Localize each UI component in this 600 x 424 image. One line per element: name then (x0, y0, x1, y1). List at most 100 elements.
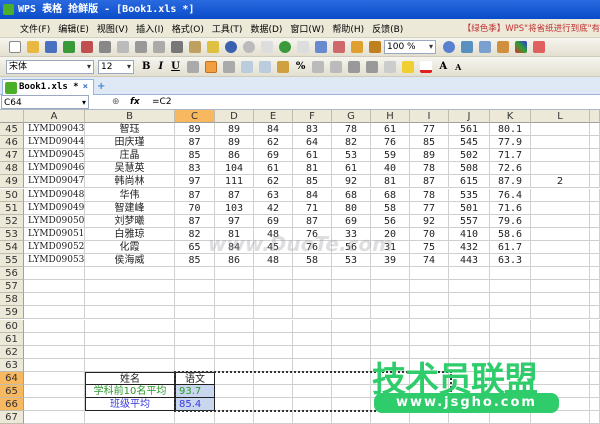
row-header-53[interactable]: 53 (0, 227, 24, 241)
cell-E62[interactable] (254, 345, 293, 359)
row-header-61[interactable]: 61 (0, 332, 24, 346)
hyperlink-icon[interactable] (279, 41, 291, 53)
cell-F56[interactable] (293, 267, 332, 281)
cell-J53[interactable]: 410 (449, 227, 490, 241)
underline-button[interactable]: U (171, 61, 180, 72)
cell-M63[interactable] (590, 358, 600, 372)
percent-button[interactable]: % (296, 61, 306, 72)
cell-K57[interactable] (490, 280, 531, 294)
cell-F45[interactable]: 83 (293, 123, 332, 137)
cell-A55[interactable]: LYMD09053 (24, 254, 85, 268)
format-painter-icon[interactable] (207, 41, 219, 53)
cell-C59[interactable] (175, 306, 215, 320)
cell-M61[interactable] (590, 332, 600, 346)
cell-F48[interactable]: 81 (293, 162, 332, 176)
cell-I52[interactable]: 92 (410, 214, 449, 228)
copy-icon[interactable] (153, 41, 165, 53)
tools-icon[interactable] (533, 41, 545, 53)
cell-B62[interactable] (85, 345, 175, 359)
cell-B53[interactable]: 白雅琼 (85, 227, 175, 241)
cell-G49[interactable]: 92 (332, 175, 371, 189)
cell-I54[interactable]: 75 (410, 240, 449, 254)
cell-L67[interactable] (531, 411, 590, 424)
cell-K51[interactable]: 71.6 (490, 201, 531, 215)
cell-E60[interactable] (254, 319, 293, 333)
color-icon[interactable] (515, 41, 527, 53)
cell-E47[interactable]: 69 (254, 149, 293, 163)
cell-A46[interactable]: LYMD09044 (24, 136, 85, 150)
cell-B63[interactable] (85, 358, 175, 372)
cell-D62[interactable] (215, 345, 254, 359)
row-header-66[interactable]: 66 (0, 398, 24, 412)
cell-B55[interactable]: 侯海威 (85, 254, 175, 268)
cell-B49[interactable]: 韩尚林 (85, 175, 175, 189)
cell-J48[interactable]: 508 (449, 162, 490, 176)
cell-G58[interactable] (332, 293, 371, 307)
cell-G63[interactable] (332, 358, 371, 372)
cell-K50[interactable]: 76.4 (490, 188, 531, 202)
cell-C49[interactable]: 97 (175, 175, 215, 189)
cell-G50[interactable]: 68 (332, 188, 371, 202)
cell-I48[interactable]: 78 (410, 162, 449, 176)
cell-A59[interactable] (24, 306, 85, 320)
cell-G60[interactable] (332, 319, 371, 333)
italic-button[interactable]: I (158, 61, 163, 72)
cell-B52[interactable]: 刘梦曦 (85, 214, 175, 228)
cell-I57[interactable] (410, 280, 449, 294)
cell-A66[interactable] (24, 398, 85, 412)
cell-A53[interactable]: LYMD09051 (24, 227, 85, 241)
sheet-icon[interactable] (479, 41, 491, 53)
column-header-J[interactable]: J (449, 110, 490, 123)
cell-G64[interactable] (332, 371, 371, 385)
cell-J47[interactable]: 502 (449, 149, 490, 163)
cell-I49[interactable]: 87 (410, 175, 449, 189)
cell-J56[interactable] (449, 267, 490, 281)
cell-H51[interactable]: 58 (371, 201, 410, 215)
cell-E59[interactable] (254, 306, 293, 320)
cell-A67[interactable] (24, 411, 85, 424)
cell-I67[interactable] (410, 411, 449, 424)
cell-J52[interactable]: 557 (449, 214, 490, 228)
cell-L58[interactable] (531, 293, 590, 307)
tab-book1[interactable]: Book1.xls * × (2, 79, 94, 95)
cell-C60[interactable] (175, 319, 215, 333)
cell-B45[interactable]: 智珏 (85, 123, 175, 137)
cell-D49[interactable]: 111 (215, 175, 254, 189)
wrap-icon[interactable] (258, 60, 271, 73)
cell-E45[interactable]: 84 (254, 123, 293, 137)
cell-J58[interactable] (449, 293, 490, 307)
cell-B51[interactable]: 智建峰 (85, 201, 175, 215)
cell-E46[interactable]: 62 (254, 136, 293, 150)
align-left-icon[interactable] (186, 60, 199, 73)
cell-D45[interactable]: 89 (215, 123, 254, 137)
cell-E51[interactable]: 42 (254, 201, 293, 215)
cell-M47[interactable] (590, 149, 600, 163)
cell-G47[interactable]: 53 (332, 149, 371, 163)
cell-D47[interactable]: 86 (215, 149, 254, 163)
row-header-67[interactable]: 67 (0, 411, 24, 424)
cell-I59[interactable] (410, 306, 449, 320)
cell-I56[interactable] (410, 267, 449, 281)
cell-E56[interactable] (254, 267, 293, 281)
cell-C47[interactable]: 85 (175, 149, 215, 163)
cell-C66[interactable]: 85.4 (175, 398, 215, 412)
column-header-H[interactable]: H (371, 110, 410, 123)
cell-K55[interactable]: 63.3 (490, 254, 531, 268)
cell-M55[interactable] (590, 254, 600, 268)
cell-F64[interactable] (293, 371, 332, 385)
cell-K61[interactable] (490, 332, 531, 346)
cell-M50[interactable] (590, 188, 600, 202)
cell-F58[interactable] (293, 293, 332, 307)
zoom-lens-icon[interactable]: ⊕ (112, 95, 120, 109)
cell-K60[interactable] (490, 319, 531, 333)
cell-E64[interactable] (254, 371, 293, 385)
formula-input[interactable]: =C2 (152, 95, 172, 109)
cell-B57[interactable] (85, 280, 175, 294)
cell-K46[interactable]: 77.9 (490, 136, 531, 150)
cell-C62[interactable] (175, 345, 215, 359)
close-tab-icon[interactable]: × (83, 82, 88, 92)
cell-D56[interactable] (215, 267, 254, 281)
select-all-corner[interactable] (0, 110, 24, 123)
menu-view[interactable]: 视图(V) (97, 22, 128, 35)
bold-button[interactable]: B (142, 61, 150, 72)
